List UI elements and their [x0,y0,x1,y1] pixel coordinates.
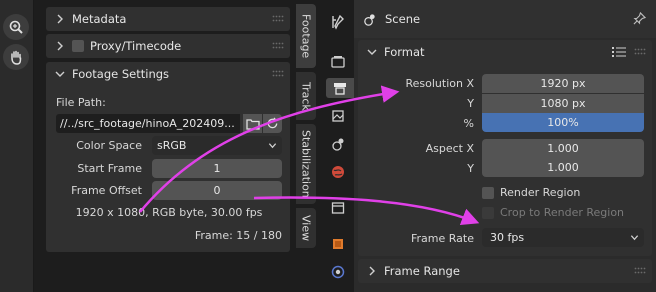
drag-grip-icon[interactable] [272,15,284,23]
drag-grip-icon[interactable] [272,70,284,78]
tab-footage[interactable]: Footage [296,4,316,68]
tab-track[interactable]: Track [296,72,316,120]
proxy-label: Proxy/Timecode [90,39,182,53]
resolution-percent-slider[interactable]: 100% [482,113,644,132]
view-layer-icon[interactable] [328,106,348,126]
drag-grip-icon[interactable] [272,42,284,50]
format-label: Format [384,45,425,59]
reload-icon[interactable] [263,114,282,133]
format-panel: Format Resolution X 1920 px Y 1080 px % … [358,40,652,256]
proxy-checkbox[interactable] [72,40,84,52]
frame-offset-field[interactable]: 0 [152,181,282,200]
crop-region-checkbox[interactable] [482,207,494,219]
file-path-label: File Path: [56,96,106,109]
pin-icon[interactable] [633,12,646,25]
resolution-x-label: Resolution X [405,77,474,90]
frame-offset-label: Frame Offset [71,184,142,197]
resolution-y-field[interactable]: 1080 px [482,94,644,113]
zoom-icon[interactable] [3,14,29,40]
color-space-value: sRGB [157,139,187,152]
scene-properties: Scene Format Resolution X 1920 px Y 1080… [354,0,656,292]
chevron-down-icon [630,235,639,241]
tool-icon[interactable] [328,12,348,32]
file-path-input[interactable]: //../src_footage/hinoA_202409... [56,114,240,133]
drag-grip-icon[interactable] [634,48,646,56]
scene-icon [364,13,375,26]
frame-rate-select[interactable]: 30 fps [482,228,644,247]
scene-icon[interactable] [328,134,348,154]
render-region-label: Render Region [500,186,581,199]
list-icon[interactable] [612,46,626,58]
resolution-x-field[interactable]: 1920 px [482,74,644,93]
chevron-down-icon [55,71,65,77]
aspect-x-label: Aspect X [425,142,474,155]
scene-header: Scene [354,0,656,38]
start-frame-field[interactable]: 1 [152,159,282,178]
metadata-label: Metadata [72,12,127,26]
tab-view[interactable]: View [296,208,316,248]
crop-region-label: Crop to Render Region [500,206,625,219]
chevron-right-icon [369,266,375,276]
proxy-panel-header[interactable]: Proxy/Timecode [46,34,290,58]
footage-settings-panel: Footage Settings File Path: //../src_foo… [46,62,290,252]
resolution-percent-label: % [463,117,474,130]
render-icon[interactable] [328,52,348,72]
footage-settings-label: Footage Settings [72,67,170,81]
footage-info: 1920 x 1080, RGB byte, 30.00 fps [75,206,263,219]
render-region-checkbox[interactable] [482,187,494,199]
output-icon[interactable] [326,78,354,98]
clip-editor-tabs: Footage Track Stabilization View [296,0,318,292]
chevron-right-icon [57,41,63,51]
start-frame-label: Start Frame [77,162,142,175]
aspect-y-label: Y [467,162,474,175]
resolution-y-label: Y [467,97,474,110]
frame-range-panel-header[interactable]: Frame Range [358,259,652,283]
frame-counter: Frame: 15 / 180 [194,229,282,242]
drag-grip-icon[interactable] [634,267,646,275]
format-panel-header[interactable]: Format [358,40,652,64]
color-space-select[interactable]: sRGB [152,136,282,155]
color-space-label: Color Space [76,139,142,152]
aspect-y-field[interactable]: 1.000 [482,158,644,177]
world-icon[interactable] [328,162,348,182]
properties-tabs [322,0,354,292]
chevron-down-icon [367,49,377,55]
metadata-panel-header[interactable]: Metadata [46,7,290,31]
footage-settings-header[interactable]: Footage Settings [46,62,290,86]
aspect-x-field[interactable]: 1.000 [482,139,644,158]
physics-icon[interactable] [328,262,348,282]
chevron-down-icon [268,143,277,149]
frame-rate-value: 30 fps [490,231,525,244]
frame-rate-label: Frame Rate [411,232,474,245]
frame-range-label: Frame Range [384,264,460,278]
folder-icon[interactable] [243,114,262,133]
collection-icon[interactable] [328,198,348,218]
tab-stabilization[interactable]: Stabilization [296,124,316,204]
scene-title: Scene [385,12,421,26]
object-icon[interactable] [328,234,348,254]
hand-icon[interactable] [3,44,29,70]
tool-strip [0,0,34,292]
chevron-right-icon [57,14,63,24]
